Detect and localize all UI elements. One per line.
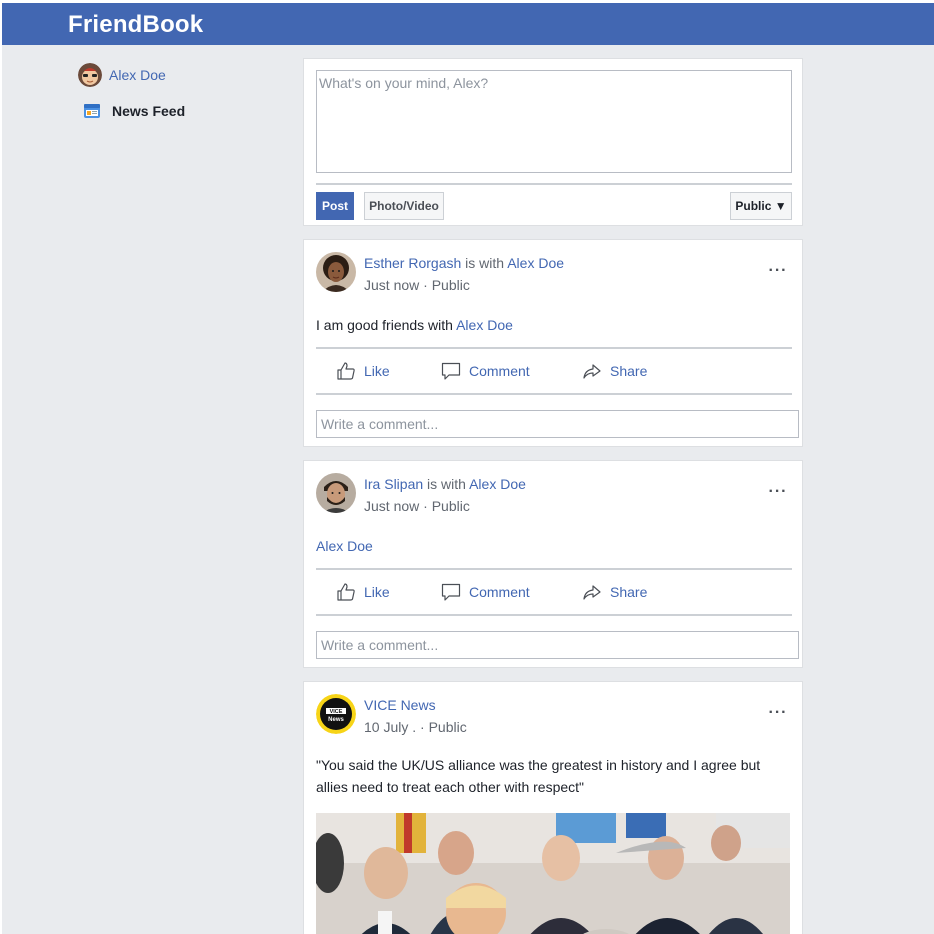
post-time[interactable]: 10 July . <box>364 719 416 735</box>
like-label: Like <box>364 363 390 379</box>
sidebar-user-name: Alex Doe <box>109 67 166 83</box>
sidebar-item-news-feed[interactable]: News Feed <box>78 99 278 123</box>
post-actions: Like Comment Share <box>316 574 792 610</box>
post-header: Ira Slipan is with Alex Doe Just now · P… <box>316 473 792 515</box>
sidebar-item-label: News Feed <box>112 103 186 119</box>
post-time[interactable]: Just now <box>364 498 419 514</box>
post-text: I am good friends with Alex Doe <box>316 314 792 336</box>
more-options-icon[interactable]: ··· <box>766 705 790 722</box>
feed-post: VICE News VICE News 10 July . · Public ·… <box>303 681 803 934</box>
post-text-link[interactable]: Alex Doe <box>456 317 513 333</box>
page: FriendBook Alex Doe News Feed What's on … <box>2 3 934 934</box>
divider <box>316 183 792 185</box>
divider <box>316 614 792 616</box>
share-label: Share <box>610 363 648 379</box>
post-text: Alex Doe <box>316 535 792 557</box>
brand-logo[interactable]: FriendBook <box>68 11 203 39</box>
status-input[interactable] <box>316 70 792 173</box>
tagged-user[interactable]: Alex Doe <box>469 476 526 492</box>
with-text: is with <box>427 476 466 492</box>
avatar <box>78 63 102 87</box>
comment-label: Comment <box>469 363 530 379</box>
tagged-user[interactable]: Alex Doe <box>507 255 564 271</box>
news-logo-text: News <box>328 717 344 723</box>
post-author[interactable]: Ira Slipan <box>364 476 423 492</box>
comment-button[interactable]: Comment <box>441 361 530 381</box>
more-options-icon[interactable]: ··· <box>766 484 790 501</box>
post-button[interactable]: Post <box>316 192 354 220</box>
left-sidebar: Alex Doe News Feed <box>78 63 278 135</box>
post-text: "You said the UK/US alliance was the gre… <box>316 757 761 795</box>
post-author[interactable]: VICE News <box>364 697 436 713</box>
post-text-prefix: I am good friends with <box>316 317 457 333</box>
comment-icon <box>441 362 461 380</box>
comment-button[interactable]: Comment <box>441 582 530 602</box>
post-privacy: · Public <box>423 277 470 293</box>
vice-logo-text: VICE <box>330 709 343 715</box>
privacy-select[interactable]: Public ▼ <box>730 192 792 220</box>
share-icon <box>583 585 601 600</box>
like-button[interactable]: Like <box>336 582 390 602</box>
divider <box>316 393 792 395</box>
avatar[interactable] <box>316 252 356 292</box>
sidebar-item-profile[interactable]: Alex Doe <box>78 63 278 87</box>
post-actions: Like Comment Share <box>316 353 792 389</box>
with-text: is with <box>465 255 505 271</box>
post-meta: Just now · Public <box>364 277 470 293</box>
share-button[interactable]: Share <box>582 582 647 602</box>
post-text-link[interactable]: Alex Doe <box>316 538 373 554</box>
share-button[interactable]: Share <box>582 361 647 381</box>
post-meta: 10 July . · Public <box>364 719 467 735</box>
post-time[interactable]: Just now <box>364 277 419 293</box>
post-author-line: Esther Rorgash is with Alex Doe <box>364 255 564 271</box>
news-feed-icon <box>84 104 100 118</box>
thumbs-up-icon <box>337 583 355 601</box>
post-photo[interactable] <box>316 813 790 934</box>
post-privacy: · Public <box>423 498 470 514</box>
thumbs-up-icon <box>337 362 355 380</box>
comment-input[interactable] <box>316 410 799 438</box>
divider <box>316 347 792 349</box>
share-label: Share <box>610 584 648 600</box>
avatar[interactable] <box>316 473 356 513</box>
comment-label: Comment <box>469 584 530 600</box>
comment-icon <box>441 583 461 601</box>
post-meta: Just now · Public <box>364 498 470 514</box>
share-icon <box>583 364 601 379</box>
photo-video-button[interactable]: Photo/Video <box>364 192 444 220</box>
post-header: VICE News VICE News 10 July . · Public ·… <box>316 694 792 736</box>
feed-post: Ira Slipan is with Alex Doe Just now · P… <box>303 460 803 668</box>
more-options-icon[interactable]: ··· <box>766 263 790 280</box>
post-composer: Post Photo/Video Public ▼ <box>303 58 803 226</box>
post-header: Esther Rorgash is with Alex Doe Just now… <box>316 252 792 294</box>
post-author-line: VICE News <box>364 697 436 713</box>
comment-input[interactable] <box>316 631 799 659</box>
divider <box>316 568 792 570</box>
post-author[interactable]: Esther Rorgash <box>364 255 461 271</box>
post-author-line: Ira Slipan is with Alex Doe <box>364 476 526 492</box>
vice-news-avatar[interactable]: VICE News <box>316 694 356 734</box>
like-button[interactable]: Like <box>336 361 390 381</box>
post-privacy: · Public <box>420 719 467 735</box>
top-navigation-bar: FriendBook <box>2 3 934 45</box>
like-label: Like <box>364 584 390 600</box>
feed-post: Esther Rorgash is with Alex Doe Just now… <box>303 239 803 447</box>
